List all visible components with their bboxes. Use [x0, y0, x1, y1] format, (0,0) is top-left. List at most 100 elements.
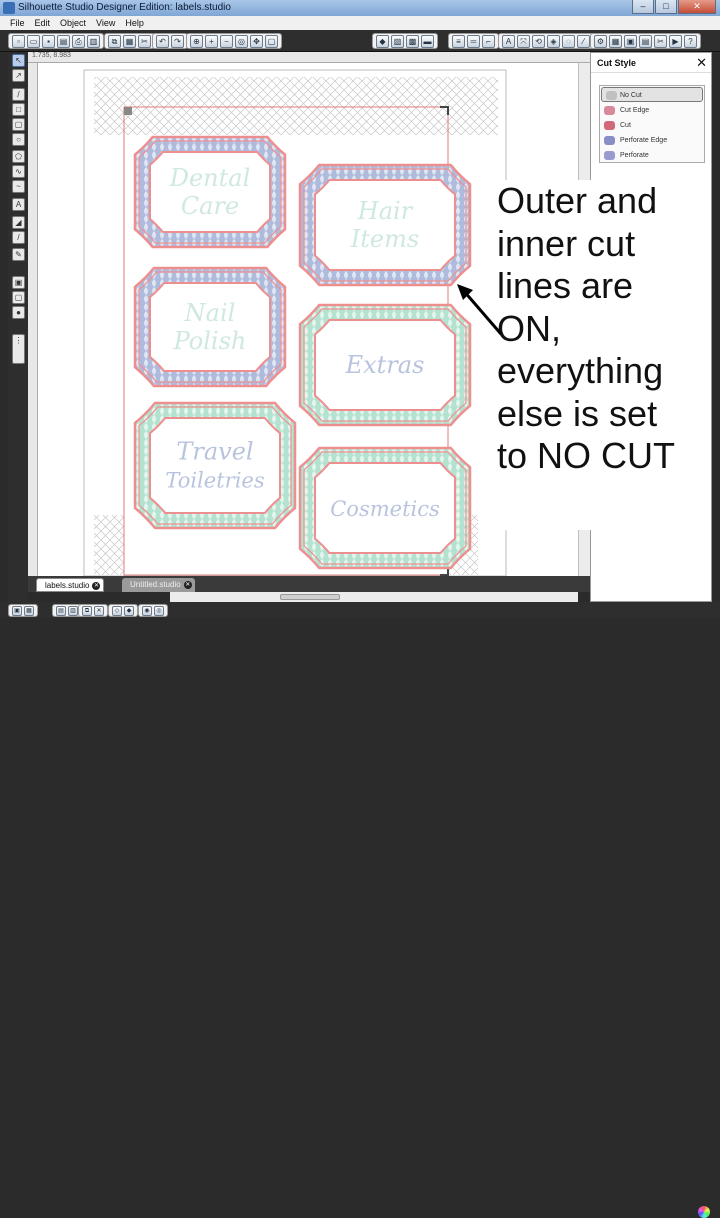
knife-tool-icon[interactable]: / — [12, 231, 25, 244]
make-compound-icon[interactable]: ◇ — [112, 606, 122, 616]
eraser-tool-icon[interactable]: ◢ — [12, 216, 25, 229]
line-weight-icon[interactable]: ═ — [467, 35, 480, 48]
color-wheel-icon[interactable] — [698, 1206, 710, 1218]
label-text: Extras — [345, 351, 425, 379]
zoom-in-icon[interactable]: + — [205, 35, 218, 48]
send-to-cutter-icon[interactable]: ▥ — [87, 35, 100, 48]
text-tool-icon[interactable]: A — [12, 198, 25, 211]
menu-file[interactable]: File — [10, 16, 25, 30]
bring-forward-icon[interactable]: ▤ — [56, 606, 66, 616]
zoom-fit-icon[interactable]: ◎ — [235, 35, 248, 48]
edit-points-icon[interactable]: ↗ — [12, 69, 25, 82]
delete-icon[interactable]: ✕ — [94, 606, 104, 616]
target-icon[interactable]: ◎ — [154, 606, 164, 616]
menu-edit[interactable]: Edit — [35, 16, 51, 30]
horizontal-scroll-thumb[interactable] — [280, 594, 340, 600]
fill-color-icon[interactable]: ◆ — [376, 35, 389, 48]
rounded-rect-tool-icon[interactable]: ▢ — [12, 118, 25, 131]
freehand-tool-icon[interactable]: ~ — [12, 180, 25, 193]
label-5[interactable]: Travel Toiletries — [133, 401, 297, 530]
cut-icon[interactable]: ✂ — [138, 35, 151, 48]
release-compound-icon[interactable]: ◆ — [124, 606, 134, 616]
fit-page-icon[interactable]: ▢ — [265, 35, 278, 48]
group-icon[interactable]: ▣ — [12, 606, 22, 616]
transform-icon[interactable]: ⤧ — [517, 35, 530, 48]
label-4[interactable]: Extras — [298, 303, 472, 427]
page-settings-icon[interactable]: ⚙ — [594, 35, 607, 48]
save-file-icon[interactable]: ▪ — [42, 35, 55, 48]
app-icon — [3, 2, 15, 14]
select-tool-icon[interactable]: ↖ — [12, 54, 25, 67]
cut-style-option-no-cut[interactable]: No Cut — [601, 87, 703, 102]
cut-border-tool-icon[interactable]: ▣ — [12, 276, 25, 289]
help-icon[interactable]: ? — [684, 35, 697, 48]
top-ruler: 1.735, 8.983 — [28, 52, 590, 63]
top-margin-hatch — [94, 77, 498, 135]
gradient-icon[interactable]: ▧ — [391, 35, 404, 48]
online-store-icon[interactable]: ● — [12, 306, 25, 319]
trace-icon[interactable]: ⁄ — [577, 35, 590, 48]
undo-icon[interactable]: ↶ — [156, 35, 169, 48]
redo-icon[interactable]: ↷ — [171, 35, 184, 48]
print-icon[interactable]: ⎙ — [72, 35, 85, 48]
store-icon[interactable]: ▤ — [639, 35, 652, 48]
minimize-button[interactable]: – — [632, 0, 654, 14]
close-window-button[interactable]: ✕ — [678, 0, 716, 14]
tab-labels-studio[interactable]: labels.studio ✕ — [36, 578, 105, 592]
paste-icon[interactable]: ▦ — [123, 35, 136, 48]
panel-tools-2: ≡ ═ ⌐ — [448, 33, 499, 49]
close-tab-icon[interactable]: ✕ — [92, 582, 101, 590]
menu-help[interactable]: Help — [125, 16, 144, 30]
duplicate-icon[interactable]: ⧉ — [82, 606, 92, 616]
modify-icon[interactable]: ◈ — [547, 35, 560, 48]
open-file-icon[interactable]: ▭ — [27, 35, 40, 48]
menu-object[interactable]: Object — [60, 16, 86, 30]
cut-style-option-perforate-edge[interactable]: Perforate Edge — [600, 133, 704, 148]
cut-settings-icon[interactable]: ✂ — [654, 35, 667, 48]
horizontal-scrollbar[interactable] — [170, 591, 578, 602]
close-tab-icon[interactable]: ✕ — [183, 581, 192, 589]
rectangle-tool-icon[interactable]: □ — [12, 103, 25, 116]
line-tool-icon[interactable]: / — [12, 88, 25, 101]
fill-pattern-icon[interactable]: ▩ — [406, 35, 419, 48]
label-1[interactable]: DentalCare — [133, 135, 287, 249]
label-text: Travel — [176, 438, 253, 466]
weld-icon[interactable]: ◉ — [142, 606, 152, 616]
cut-style-icon[interactable]: ⌐ — [482, 35, 495, 48]
edit-tools: ⧉ ▦ ✂ — [104, 33, 155, 49]
eyedropper-tool-icon[interactable]: ✎ — [12, 248, 25, 261]
label-6[interactable]: Cosmetics — [298, 446, 472, 570]
cut-style-option-perforate[interactable]: Perforate — [600, 148, 704, 163]
zoom-out-icon[interactable]: − — [220, 35, 233, 48]
new-file-icon[interactable]: ▫ — [12, 35, 25, 48]
grid-toggle-icon[interactable]: ⋮ — [12, 334, 25, 364]
library-icon[interactable]: ▤ — [57, 35, 70, 48]
line-color-icon[interactable]: ▬ — [421, 35, 434, 48]
polygon-tool-icon[interactable]: ⬠ — [12, 150, 25, 163]
copy-icon[interactable]: ⧉ — [108, 35, 121, 48]
menu-view[interactable]: View — [96, 16, 115, 30]
print-border-tool-icon[interactable]: ▢ — [12, 291, 25, 304]
curve-tool-icon[interactable]: ∿ — [12, 165, 25, 178]
cut-style-option-cut[interactable]: Cut — [600, 118, 704, 133]
zoom-select-icon[interactable]: ⊕ — [190, 35, 203, 48]
replicate-icon[interactable]: ⟲ — [532, 35, 545, 48]
cut-style-option-cut-edge[interactable]: Cut Edge — [600, 103, 704, 118]
pan-icon[interactable]: ✥ — [250, 35, 263, 48]
send-icon[interactable]: ▶ — [669, 35, 682, 48]
bottom-left-hatch — [94, 515, 124, 575]
line-style-icon[interactable]: ≡ — [452, 35, 465, 48]
send-back-icon[interactable]: ▥ — [68, 606, 78, 616]
text-style-icon[interactable]: A — [502, 35, 515, 48]
maximize-button[interactable]: □ — [655, 0, 677, 14]
ellipse-tool-icon[interactable]: ○ — [12, 133, 25, 146]
label-3[interactable]: NailPolish — [133, 266, 287, 388]
tab-untitled-studio[interactable]: Untitled.studio ✕ — [122, 578, 195, 592]
ungroup-icon[interactable]: ▦ — [24, 606, 34, 616]
offset-icon[interactable]: ◌ — [562, 35, 575, 48]
label-2[interactable]: HairItems — [298, 163, 472, 287]
close-panel-icon[interactable]: ✕ — [696, 55, 707, 71]
grid-icon[interactable]: ▦ — [609, 35, 622, 48]
tab-label: Untitled.studio — [130, 580, 181, 589]
library-panel-icon[interactable]: ▣ — [624, 35, 637, 48]
